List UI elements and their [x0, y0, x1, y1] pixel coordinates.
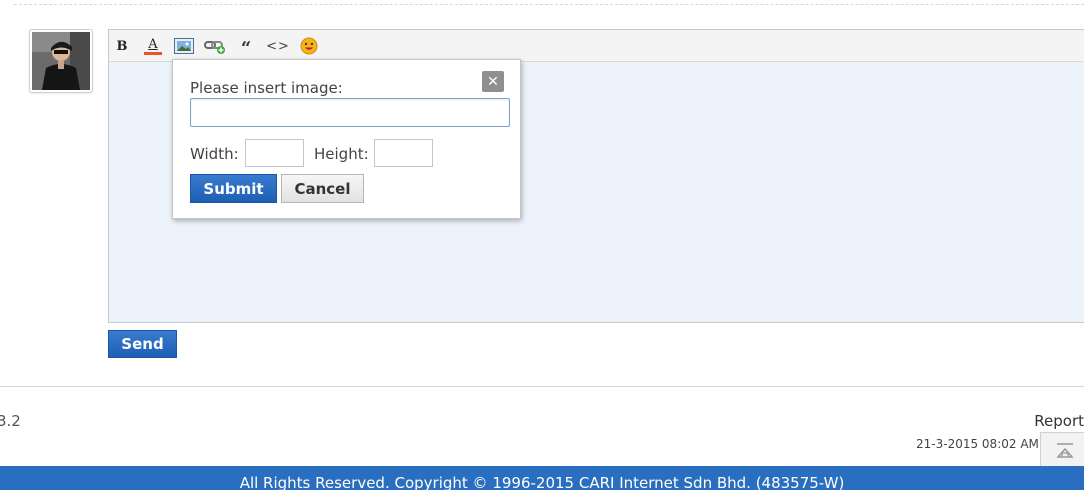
image-url-label: Please insert image:	[190, 79, 343, 97]
send-button[interactable]: Send	[108, 330, 177, 358]
avatar[interactable]	[29, 29, 93, 93]
bold-button[interactable]: B	[111, 36, 133, 56]
quote-icon: “	[240, 38, 252, 59]
version-text: 3.2	[0, 412, 21, 430]
footer-divider	[0, 386, 1084, 387]
editor-toolbar: B A “ <>	[109, 30, 1084, 62]
font-color-icon: A	[144, 38, 162, 55]
close-dialog-button[interactable]: ✕	[482, 71, 504, 92]
top-divider	[14, 4, 1084, 5]
back-to-top-button[interactable]	[1040, 432, 1084, 470]
insert-link-button[interactable]	[204, 36, 226, 56]
smiley-button[interactable]	[298, 36, 320, 56]
height-input[interactable]	[374, 139, 433, 167]
insert-image-button[interactable]	[173, 36, 195, 56]
copyright-text: All Rights Reserved. Copyright © 1996-20…	[239, 474, 845, 492]
height-label: Height:	[314, 145, 369, 163]
smiley-icon	[300, 37, 318, 55]
link-icon	[204, 41, 225, 54]
bold-icon: B	[116, 38, 128, 54]
code-button[interactable]: <>	[266, 36, 290, 56]
width-label: Width:	[190, 145, 239, 163]
font-color-button[interactable]: A	[142, 36, 164, 56]
cancel-button[interactable]: Cancel	[281, 174, 364, 203]
insert-image-dialog: Please insert image: ✕ Width: Height: Su…	[172, 59, 521, 219]
close-icon: ✕	[487, 73, 499, 90]
image-url-input[interactable]	[190, 98, 510, 127]
report-link[interactable]: Report	[1034, 412, 1084, 430]
timestamp: 21-3-2015 08:02 AM G	[916, 437, 1052, 451]
quote-button[interactable]: “	[235, 36, 257, 59]
width-input[interactable]	[245, 139, 304, 167]
avatar-image	[32, 32, 90, 90]
code-icon: <>	[266, 38, 290, 54]
submit-button[interactable]: Submit	[190, 174, 277, 203]
copyright-footer: All Rights Reserved. Copyright © 1996-20…	[0, 466, 1084, 492]
back-to-top-icon	[1056, 443, 1074, 458]
image-icon	[174, 38, 194, 54]
